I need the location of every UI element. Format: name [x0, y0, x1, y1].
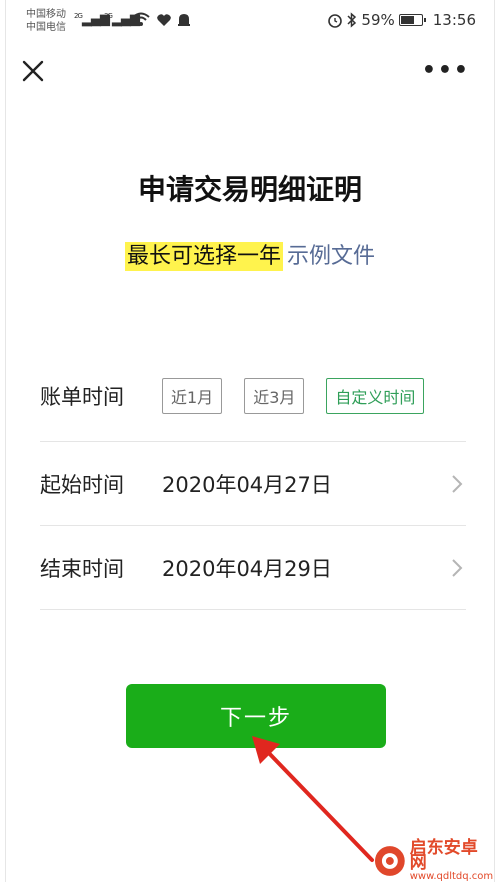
status-bar: 中国移动 中国电信 2G▂▄▆ 3G▂▄▆ 59% 13:56 — [6, 0, 494, 42]
end-time-value: 2020年04月29日 — [162, 556, 332, 581]
bill-time-label: 账单时间 — [40, 384, 124, 409]
watermark: 启东安卓网 www.qdltdq.com — [374, 839, 494, 882]
option-last-3-months[interactable]: 近3月 — [244, 377, 305, 414]
bluetooth-icon — [347, 12, 357, 28]
watermark-name: 启东安卓网 — [409, 837, 478, 873]
notification-bell-icon — [178, 14, 190, 26]
carrier-1: 中国移动 — [26, 9, 66, 20]
end-time-row[interactable]: 结束时间 2020年04月29日 — [40, 526, 466, 610]
option-last-1-month[interactable]: 近1月 — [162, 377, 223, 414]
watermark-logo-icon — [374, 846, 405, 876]
start-time-row[interactable]: 起始时间 2020年04月27日 — [40, 442, 466, 526]
nav-bar: ••• — [6, 42, 494, 100]
statement-form: 账单时间 近1月 近3月 自定义时间 起始时间 2020年04月27日 结束时间… — [40, 350, 466, 610]
carrier-2: 中国电信 — [26, 22, 66, 33]
wifi-icon — [132, 12, 150, 26]
clock: 13:56 — [432, 11, 476, 29]
battery-percent: 59% — [361, 11, 395, 29]
health-icon — [157, 14, 171, 26]
bill-time-row: 账单时间 近1月 近3月 自定义时间 — [40, 350, 466, 442]
battery-icon — [398, 14, 426, 26]
watermark-url: www.qdltdq.com — [409, 870, 494, 882]
page-title: 申请交易明细证明 — [137, 173, 362, 206]
annotation-arrow-icon — [252, 736, 374, 862]
phone-screen: 中国移动 中国电信 2G▂▄▆ 3G▂▄▆ 59% 13:56 ••• 申请交易… — [5, 0, 495, 882]
chevron-right-icon — [452, 474, 463, 493]
close-icon[interactable] — [18, 56, 48, 86]
more-menu-icon[interactable]: ••• — [422, 60, 470, 82]
max-range-note: 最长可选择一年 — [124, 242, 283, 271]
option-custom-time[interactable]: 自定义时间 — [326, 377, 425, 414]
start-time-value: 2020年04月27日 — [162, 472, 332, 497]
start-time-label: 起始时间 — [40, 472, 124, 497]
carrier-info: 中国移动 中国电信 — [26, 8, 66, 34]
subtitle: 最长可选择一年 示例文件 — [6, 238, 494, 271]
status-right: 59% 13:56 — [327, 11, 476, 29]
chevron-right-icon — [452, 558, 463, 577]
sample-file-link[interactable]: 示例文件 — [287, 244, 375, 269]
end-time-label: 结束时间 — [40, 556, 124, 581]
alarm-icon — [328, 14, 343, 28]
